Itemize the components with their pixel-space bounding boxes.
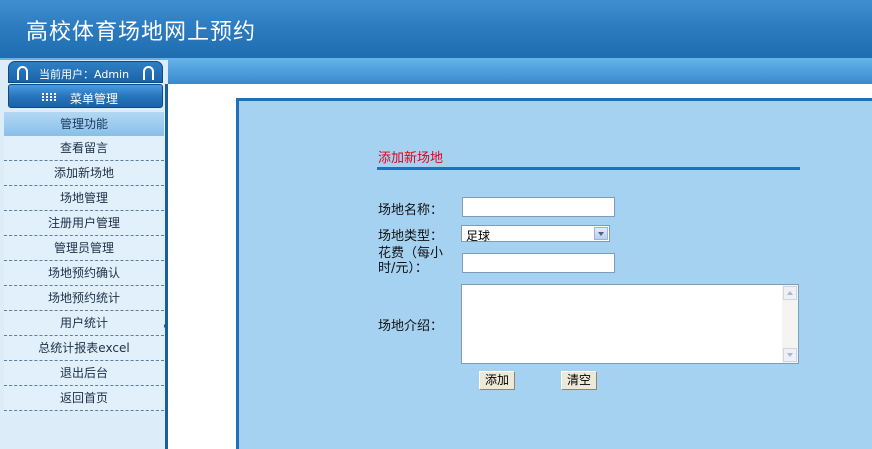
binder-ring-icon: [17, 66, 28, 80]
venue-type-value: 足球: [466, 229, 491, 243]
cost-label: 花费（每小时/元）：: [378, 246, 444, 276]
sidebar-item-logout[interactable]: 退出后台: [4, 361, 164, 386]
scroll-down-arrow-icon[interactable]: [783, 348, 797, 362]
sidebar-item-registered-users[interactable]: 注册用户管理: [4, 211, 164, 236]
sidebar-menu: 查看留言 添加新场地 场地管理 注册用户管理 管理员管理 场地预约确认 场地预约…: [4, 136, 164, 411]
menu-header-label: 菜单管理: [70, 92, 119, 106]
sidebar-item-booking-stats[interactable]: 场地预约统计: [4, 286, 164, 311]
dropdown-arrow-icon[interactable]: [594, 227, 608, 240]
menu-header: 菜单管理: [8, 84, 163, 108]
form-title-divider: [377, 167, 800, 170]
sidebar-item-user-stats[interactable]: 用户统计: [4, 311, 164, 336]
section-title-admin-functions: 管理功能: [4, 112, 164, 136]
sidebar-item-home[interactable]: 返回首页: [4, 386, 164, 411]
sidebar-divider: [165, 84, 168, 449]
app-title: 高校体育场地网上预约: [26, 20, 257, 45]
current-user-tab: 当前用户：Admin: [8, 61, 163, 83]
menu-grid-icon: [42, 93, 56, 101]
cost-input[interactable]: [462, 253, 615, 273]
clear-button[interactable]: 清空: [561, 371, 597, 390]
add-button[interactable]: 添加: [479, 371, 515, 390]
venue-intro-textarea[interactable]: [461, 284, 799, 364]
venue-type-label: 场地类型：: [378, 229, 444, 244]
venue-intro-label: 场地介绍：: [378, 319, 444, 334]
textarea-scrollbar[interactable]: [782, 285, 798, 363]
sidebar-item-view-messages[interactable]: 查看留言: [4, 136, 164, 161]
venue-name-input[interactable]: [462, 197, 615, 217]
sidebar-item-booking-confirm[interactable]: 场地预约确认: [4, 261, 164, 286]
sidebar-item-admin-management[interactable]: 管理员管理: [4, 236, 164, 261]
sidebar-item-excel-report[interactable]: 总统计报表excel: [4, 336, 164, 361]
current-user-label: 当前用户：Admin: [39, 68, 130, 81]
venue-type-select[interactable]: 足球: [461, 225, 610, 243]
content-panel: [236, 98, 872, 449]
venue-name-label: 场地名称：: [378, 203, 444, 218]
form-title: 添加新场地: [378, 151, 444, 166]
sidebar-item-venue-management[interactable]: 场地管理: [4, 186, 164, 211]
scroll-up-arrow-icon[interactable]: [783, 286, 797, 300]
sidebar-item-add-venue[interactable]: 添加新场地: [4, 161, 164, 186]
binder-ring-icon: [143, 66, 154, 80]
app-header: 高校体育场地网上预约: [0, 0, 872, 58]
